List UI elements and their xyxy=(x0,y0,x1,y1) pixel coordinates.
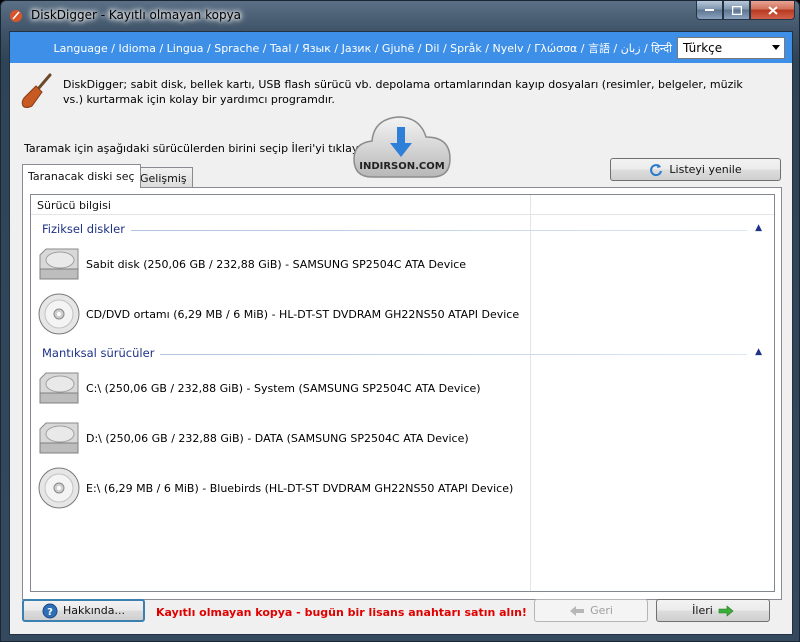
column-header-drive-info: Sürücü bilgisi xyxy=(37,199,111,212)
drive-label: C:\ (250,06 GB / 232,88 GiB) - System (S… xyxy=(86,381,481,395)
group-header-logical[interactable]: Mantıksal sürücüler ▲ xyxy=(42,346,762,362)
list-item[interactable]: C:\ (250,06 GB / 232,88 GiB) - System (S… xyxy=(36,365,526,411)
drive-list[interactable]: Sürücü bilgisi Fiziksel diskler ▲ Sabit … xyxy=(30,194,775,592)
drive-label: D:\ (250,06 GB / 232,88 GiB) - DATA (SAM… xyxy=(86,431,469,445)
column-header[interactable]: Sürücü bilgisi xyxy=(31,195,774,215)
arrow-left-icon xyxy=(570,605,585,616)
tab-select-disk[interactable]: Taranacak diski seç xyxy=(22,164,141,188)
refresh-list-button[interactable]: Listeyi yenile xyxy=(610,158,781,181)
help-icon: ? xyxy=(42,603,58,618)
intro-text: DiskDigger; sabit disk, bellek kartı, US… xyxy=(63,78,743,106)
group-label: Fiziksel diskler xyxy=(42,222,131,236)
client-area: Language / Idioma / Lingua / Sprache / T… xyxy=(9,31,793,635)
optical-disc-icon xyxy=(38,293,80,335)
hard-disk-icon xyxy=(39,248,79,280)
group-divider xyxy=(42,230,747,231)
maximize-button[interactable] xyxy=(723,1,750,20)
maximize-icon xyxy=(731,5,742,15)
hard-disk-icon xyxy=(39,372,79,404)
footer-bar: ? Hakkında... Kayıtlı olmayan kopya - bu… xyxy=(10,590,792,634)
language-select[interactable]: Türkçe xyxy=(677,37,785,59)
svg-text:?: ? xyxy=(47,607,53,618)
list-item[interactable]: CD/DVD ortamı (6,29 MB / 6 MiB) - HL-DT-… xyxy=(36,291,526,337)
close-button[interactable] xyxy=(750,1,795,20)
next-button[interactable]: İleri xyxy=(656,599,770,622)
language-links[interactable]: Language / Idioma / Lingua / Sprache / T… xyxy=(54,40,672,56)
minimize-button[interactable] xyxy=(696,1,723,20)
language-select-value: Türkçe xyxy=(683,41,723,55)
list-item[interactable]: Sabit disk (250,06 GB / 232,88 GiB) - SA… xyxy=(36,241,526,287)
diskdigger-app-icon xyxy=(10,10,22,22)
watermark-text: INDIRSON.COM xyxy=(359,161,445,172)
group-header-physical[interactable]: Fiziksel diskler ▲ xyxy=(42,222,762,238)
drive-label: Sabit disk (250,06 GB / 232,88 GiB) - SA… xyxy=(86,257,467,271)
tab-panel: Sürücü bilgisi Fiziksel diskler ▲ Sabit … xyxy=(22,187,782,600)
minimize-icon xyxy=(705,9,714,11)
tab-advanced[interactable]: Gelişmiş xyxy=(134,167,193,187)
close-icon xyxy=(767,5,778,15)
drive-label: E:\ (6,29 MB / 6 MiB) - Bluebirds (HL-DT… xyxy=(86,481,514,495)
column-divider xyxy=(530,195,531,591)
refresh-icon xyxy=(650,163,663,176)
chevron-up-icon[interactable]: ▲ xyxy=(755,347,762,357)
about-label: Hakkında... xyxy=(63,604,125,617)
chevron-up-icon[interactable]: ▲ xyxy=(755,223,762,233)
about-button[interactable]: ? Hakkında... xyxy=(22,599,145,622)
optical-disc-icon xyxy=(38,467,80,509)
hard-disk-icon xyxy=(39,422,79,454)
window-controls xyxy=(696,1,795,21)
instruction-text: Taramak için aşağıdaki sürücülerden biri… xyxy=(24,142,373,155)
list-item[interactable]: E:\ (6,29 MB / 6 MiB) - Bluebirds (HL-DT… xyxy=(36,465,526,511)
unregistered-notice[interactable]: Kayıtlı olmayan kopya - bugün bir lisans… xyxy=(156,606,527,619)
shovel-logo-icon xyxy=(21,73,52,108)
drive-label: CD/DVD ortamı (6,29 MB / 6 MiB) - HL-DT-… xyxy=(86,307,520,321)
chevron-down-icon xyxy=(772,45,780,50)
refresh-label: Listeyi yenile xyxy=(669,163,742,176)
group-label: Mantıksal sürücüler xyxy=(42,346,161,360)
back-label: Geri xyxy=(590,604,613,617)
arrow-right-icon xyxy=(718,604,734,617)
back-button[interactable]: Geri xyxy=(534,599,648,622)
list-item[interactable]: D:\ (250,06 GB / 232,88 GiB) - DATA (SAM… xyxy=(36,415,526,461)
next-label: İleri xyxy=(692,604,713,617)
app-window: DiskDigger - Kayıtlı olmayan kopya Langu… xyxy=(0,0,800,642)
window-title: DiskDigger - Kayıtlı olmayan kopya xyxy=(31,8,242,22)
language-bar: Language / Idioma / Lingua / Sprache / T… xyxy=(10,32,792,63)
title-bar[interactable]: DiskDigger - Kayıtlı olmayan kopya xyxy=(1,1,800,31)
